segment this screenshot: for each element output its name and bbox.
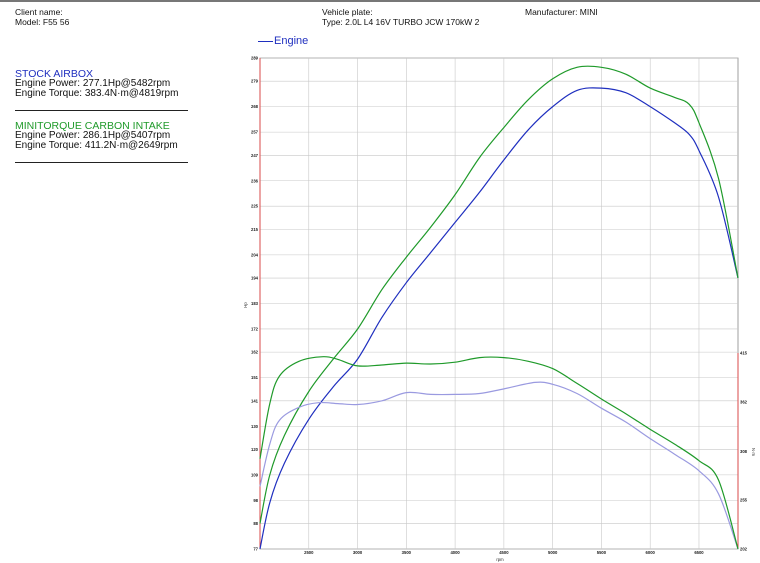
y-left-tick-label: 215 bbox=[251, 227, 259, 232]
y-left-tick-label: 225 bbox=[251, 204, 259, 209]
y-left-tick-label: 130 bbox=[251, 424, 259, 429]
y-left-tick-label: 151 bbox=[251, 375, 259, 380]
y-right-tick-label: 362 bbox=[740, 399, 748, 404]
y-left-tick-label: 172 bbox=[251, 326, 259, 331]
y-left-axis-ticks: 77 88 98 109 120 130 141 151 162 172 183 194 204 215 2… bbox=[251, 56, 259, 552]
y-right-tick-label: 202 bbox=[740, 547, 748, 552]
x-tick-label: 4000 bbox=[450, 550, 460, 555]
y-left-tick-label: 98 bbox=[253, 498, 258, 503]
x-tick-label: 3500 bbox=[402, 550, 412, 555]
y-left-tick-label: 194 bbox=[251, 276, 259, 281]
y-left-tick-label: 236 bbox=[251, 178, 259, 183]
chart-grid bbox=[259, 57, 739, 550]
y-left-tick-label: 204 bbox=[251, 252, 259, 257]
y-left-tick-label: 289 bbox=[251, 56, 259, 61]
y-right-tick-label: 255 bbox=[740, 498, 748, 503]
x-tick-label: 2500 bbox=[304, 550, 314, 555]
y-left-tick-label: 162 bbox=[251, 350, 259, 355]
dyno-chart: 2500 3000 3500 4000 4500 5000 5500 6000 6500 77 8… bbox=[243, 56, 756, 563]
x-axis-ticks: 2500 3000 3500 4000 4500 5000 5500 6000 6500 bbox=[304, 550, 704, 555]
y-left-tick-label: 109 bbox=[251, 472, 259, 477]
x-tick-label: 6000 bbox=[646, 550, 656, 555]
y-left-tick-label: 88 bbox=[253, 521, 258, 526]
y-right-axis-ticks: 202 255 308 362 415 bbox=[740, 351, 748, 552]
x-tick-label: 3000 bbox=[353, 550, 363, 555]
y-left-tick-label: 257 bbox=[251, 130, 259, 135]
x-tick-label: 4500 bbox=[499, 550, 509, 555]
y-right-tick-label: 415 bbox=[740, 351, 748, 356]
y-left-tick-label: 77 bbox=[253, 547, 258, 552]
x-tick-label: 6500 bbox=[694, 550, 704, 555]
y-left-tick-label: 268 bbox=[251, 104, 259, 109]
y-left-tick-label: 141 bbox=[251, 398, 259, 403]
y-left-tick-label: 120 bbox=[251, 447, 259, 452]
y-left-tick-label: 247 bbox=[251, 153, 259, 158]
x-tick-label: 5000 bbox=[548, 550, 558, 555]
y-left-axis-title: Hp bbox=[243, 302, 248, 308]
y-left-tick-label: 279 bbox=[251, 79, 259, 84]
x-axis-title: rpm bbox=[496, 557, 504, 562]
y-right-axis-title: N·m bbox=[751, 448, 756, 456]
x-tick-label: 5500 bbox=[597, 550, 607, 555]
y-left-tick-label: 183 bbox=[251, 301, 259, 306]
y-right-tick-label: 308 bbox=[740, 449, 748, 454]
